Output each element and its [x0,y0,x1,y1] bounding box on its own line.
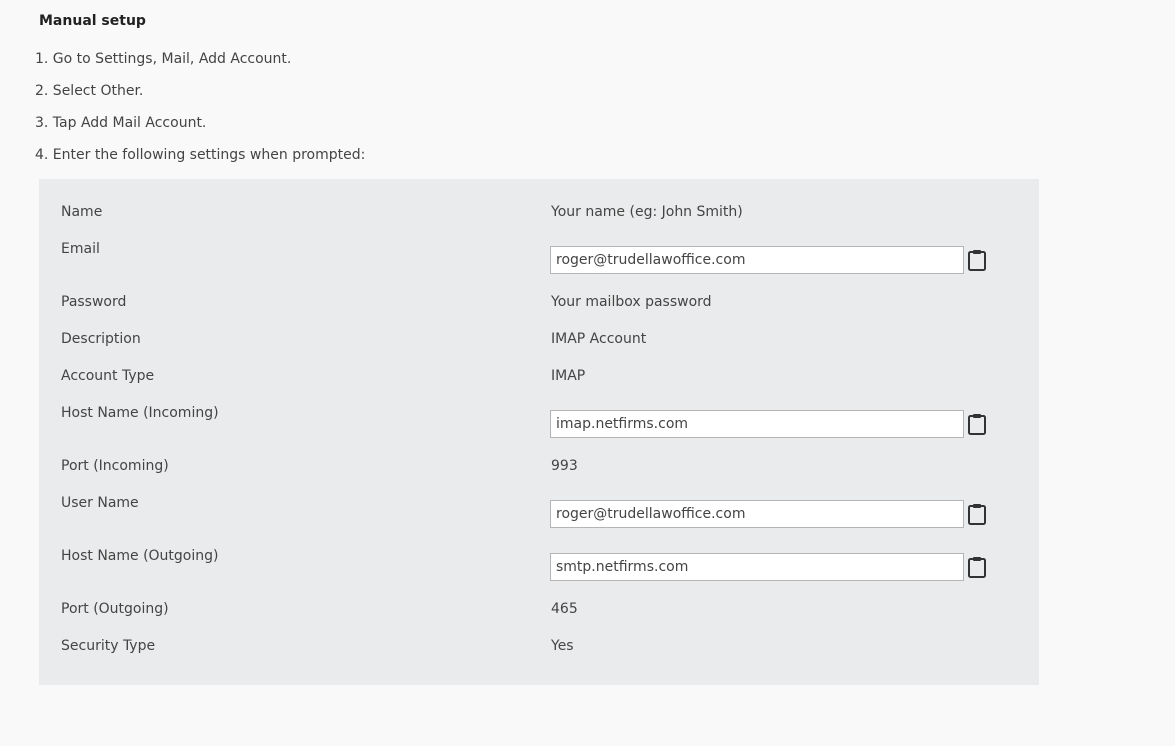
setting-label-security-type: Security Type [61,638,156,654]
copy-user-name-button[interactable] [966,502,988,526]
setting-label-port-incoming: Port (Incoming) [61,458,169,474]
setting-label-account-type: Account Type [61,368,155,384]
clipboard-icon [967,249,987,271]
host-incoming-field[interactable] [550,410,964,438]
setting-label-name: Name [61,204,103,220]
email-field[interactable] [550,246,964,274]
page-title: Manual setup [39,13,146,29]
setting-label-host-outgoing: Host Name (Outgoing) [61,548,219,564]
copy-email-button[interactable] [966,248,988,272]
clipboard-icon [967,413,987,435]
setting-label-port-outgoing: Port (Outgoing) [61,601,169,617]
setting-value-security-type: Yes [551,638,574,654]
clipboard-icon [967,556,987,578]
setting-label-email: Email [61,241,100,257]
clipboard-icon [967,503,987,525]
setup-step-3: 3. Tap Add Mail Account. [35,115,207,131]
setting-label-host-incoming: Host Name (Incoming) [61,405,219,421]
setup-step-1: 1. Go to Settings, Mail, Add Account. [35,51,292,67]
setting-value-name: Your name (eg: John Smith) [551,204,743,220]
user-name-field[interactable] [550,500,964,528]
setting-value-port-incoming: 993 [551,458,578,474]
setting-value-port-outgoing: 465 [551,601,578,617]
setting-label-password: Password [61,294,127,310]
setting-value-password: Your mailbox password [551,294,712,310]
setting-label-description: Description [61,331,141,347]
copy-host-incoming-button[interactable] [966,412,988,436]
setup-steps-list: 1. Go to Settings, Mail, Add Account. 2.… [35,49,365,177]
setting-value-account-type: IMAP [551,368,586,384]
host-outgoing-field[interactable] [550,553,964,581]
manual-setup-page: Manual setup 1. Go to Settings, Mail, Ad… [0,0,1175,746]
setting-label-user-name: User Name [61,495,139,511]
copy-host-outgoing-button[interactable] [966,555,988,579]
settings-panel: Name Your name (eg: John Smith) Email Pa… [39,179,1039,685]
setting-value-description: IMAP Account [551,331,647,347]
setup-step-4: 4. Enter the following settings when pro… [35,147,366,163]
setup-step-2: 2. Select Other. [35,83,144,99]
